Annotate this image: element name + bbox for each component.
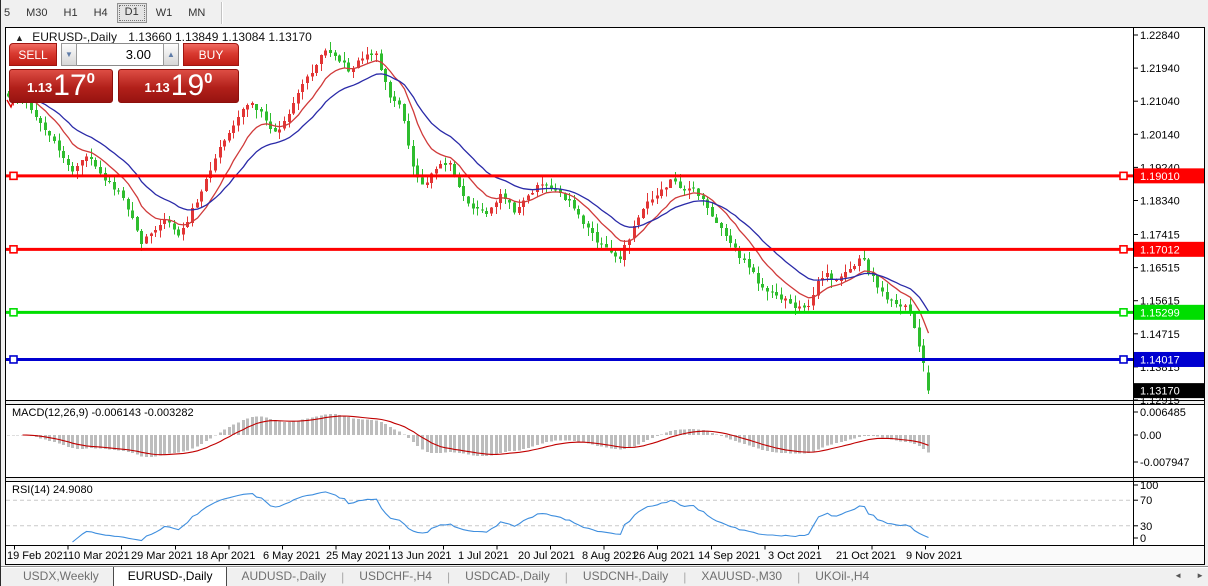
svg-text:0: 0 <box>1140 533 1146 545</box>
buy-price-pipette: 0 <box>204 70 212 87</box>
svg-text:-0.007947: -0.007947 <box>1140 457 1190 469</box>
svg-text:1.14017: 1.14017 <box>1140 354 1180 366</box>
collapse-panel-icon[interactable]: ▲ <box>15 33 24 43</box>
line-handle <box>1120 356 1127 363</box>
mt4-application: 5M30H1H4D1W1MN 1.22840 1.21940 1.21040 1.20… <box>0 0 1208 586</box>
svg-text:1 Jul 2021: 1 Jul 2021 <box>458 550 509 562</box>
svg-text:1.15299: 1.15299 <box>1140 307 1180 319</box>
volume-decrease-button[interactable]: ▼ <box>61 43 77 66</box>
line-handle <box>10 356 17 363</box>
line-handle <box>10 309 17 316</box>
chart-tab-bar: USDX,WeeklyEURUSD-,DailyAUDUSD-,Daily|US… <box>1 566 1208 586</box>
line-handle <box>10 246 17 253</box>
chart-ohlc-header: ▲ EURUSD-,Daily 1.13660 1.13849 1.13084 … <box>15 30 312 44</box>
timeframe-button-5[interactable]: 5 <box>0 4 17 22</box>
svg-text:21 Oct 2021: 21 Oct 2021 <box>836 550 896 562</box>
svg-text:1.13170: 1.13170 <box>1140 386 1180 398</box>
svg-text:1.14715: 1.14715 <box>1140 329 1180 341</box>
sell-price-pips: 17 <box>53 71 86 101</box>
svg-text:1.17012: 1.17012 <box>1140 244 1180 256</box>
tab-scroll-left-icon[interactable]: ◄ <box>1174 571 1182 580</box>
svg-text:1.19010: 1.19010 <box>1140 171 1180 183</box>
buy-price-pips: 19 <box>171 71 204 101</box>
line-handle <box>10 172 17 179</box>
timeframe-button-d1[interactable]: D1 <box>117 3 147 23</box>
svg-text:1.16515: 1.16515 <box>1140 263 1180 275</box>
rsi-line <box>73 492 929 542</box>
sell-price-base: 1.13 <box>27 80 52 95</box>
chart-window: 1.228401.219401.210401.201401.192401.183… <box>5 27 1205 565</box>
buy-price-display[interactable]: 1.13190 <box>118 69 239 103</box>
tab-xauusd-m30[interactable]: XAUUSD-,M30 <box>687 567 796 586</box>
svg-text:9 Nov 2021: 9 Nov 2021 <box>906 550 962 562</box>
svg-text:19 Feb 2021: 19 Feb 2021 <box>7 550 69 562</box>
tab-ukoil-h4[interactable]: UKOil-,H4 <box>801 567 883 586</box>
svg-text:30: 30 <box>1140 521 1152 533</box>
tab-eurusd-daily[interactable]: EURUSD-,Daily <box>113 567 228 586</box>
timeframe-toolbar: 5M30H1H4D1W1MN <box>1 0 1208 26</box>
svg-text:3 Oct 2021: 3 Oct 2021 <box>768 550 822 562</box>
svg-text:70: 70 <box>1140 495 1152 507</box>
svg-text:29 Mar 2021: 29 Mar 2021 <box>131 550 193 562</box>
svg-text:6 May 2021: 6 May 2021 <box>263 550 320 562</box>
tab-scroll-arrows: ◄► <box>1160 571 1204 580</box>
sell-price-display[interactable]: 1.13170 <box>9 69 113 103</box>
volume-input[interactable] <box>77 43 163 66</box>
tab-audusd-daily[interactable]: AUDUSD-,Daily <box>227 567 340 586</box>
svg-text:1.21040: 1.21040 <box>1140 96 1180 108</box>
timeframe-button-h4[interactable]: H4 <box>87 4 115 22</box>
svg-text:1.18340: 1.18340 <box>1140 195 1180 207</box>
timeframe-button-h1[interactable]: H1 <box>57 4 85 22</box>
sell-price-pipette: 0 <box>87 70 95 87</box>
buy-button[interactable]: BUY <box>183 43 239 66</box>
svg-text:25 May 2021: 25 May 2021 <box>326 550 390 562</box>
timeframe-button-mn[interactable]: MN <box>181 4 212 22</box>
chart-area[interactable]: 1.228401.219401.210401.201401.192401.183… <box>6 28 1204 564</box>
chart-ohlc-values: 1.13660 1.13849 1.13084 1.13170 <box>128 30 312 44</box>
tab-scroll-right-icon[interactable]: ► <box>1196 571 1204 580</box>
line-handle <box>1120 246 1127 253</box>
svg-text:1.17415: 1.17415 <box>1140 230 1180 242</box>
svg-text:1.22840: 1.22840 <box>1140 30 1180 42</box>
line-handle <box>1120 309 1127 316</box>
timeframe-button-m30[interactable]: M30 <box>19 4 54 22</box>
volume-increase-button[interactable]: ▲ <box>163 43 179 66</box>
svg-text:14 Sep 2021: 14 Sep 2021 <box>698 550 760 562</box>
timeframe-button-w1[interactable]: W1 <box>149 4 180 22</box>
toolbar-separator <box>221 2 223 24</box>
rsi-indicator-label: RSI(14) 24.9080 <box>12 484 93 496</box>
svg-text:0.00: 0.00 <box>1140 430 1161 442</box>
tab-usdcad-daily[interactable]: USDCAD-,Daily <box>451 567 564 586</box>
svg-text:1.20140: 1.20140 <box>1140 129 1180 141</box>
price-axis: 1.228401.219401.210401.201401.192401.183… <box>1133 30 1204 407</box>
tab-usdchf-h4[interactable]: USDCHF-,H4 <box>345 567 446 586</box>
svg-text:10 Mar 2021: 10 Mar 2021 <box>68 550 130 562</box>
svg-text:0.006485: 0.006485 <box>1140 407 1186 419</box>
svg-text:8 Aug 2021: 8 Aug 2021 <box>582 550 638 562</box>
tab-usdx-weekly[interactable]: USDX,Weekly <box>9 567 113 586</box>
svg-text:20 Jul 2021: 20 Jul 2021 <box>518 550 575 562</box>
svg-text:18 Apr 2021: 18 Apr 2021 <box>196 550 255 562</box>
line-handle <box>1120 172 1127 179</box>
svg-text:13 Jun 2021: 13 Jun 2021 <box>391 550 452 562</box>
sell-button[interactable]: SELL <box>9 43 57 66</box>
one-click-trade-panel: SELL ▼ ▲ BUY 1.13170 1.13190 <box>9 43 239 103</box>
svg-text:100: 100 <box>1140 480 1158 492</box>
ma-slow-line <box>18 74 929 311</box>
buy-price-base: 1.13 <box>144 80 169 95</box>
svg-text:1.21940: 1.21940 <box>1140 63 1180 75</box>
chart-symbol-label: EURUSD-,Daily <box>32 30 117 44</box>
svg-text:26 Aug 2021: 26 Aug 2021 <box>633 550 695 562</box>
macd-signal-line <box>23 416 929 455</box>
macd-indicator-label: MACD(12,26,9) -0.006143 -0.003282 <box>12 407 194 419</box>
tab-usdcnh-daily[interactable]: USDCNH-,Daily <box>569 567 682 586</box>
